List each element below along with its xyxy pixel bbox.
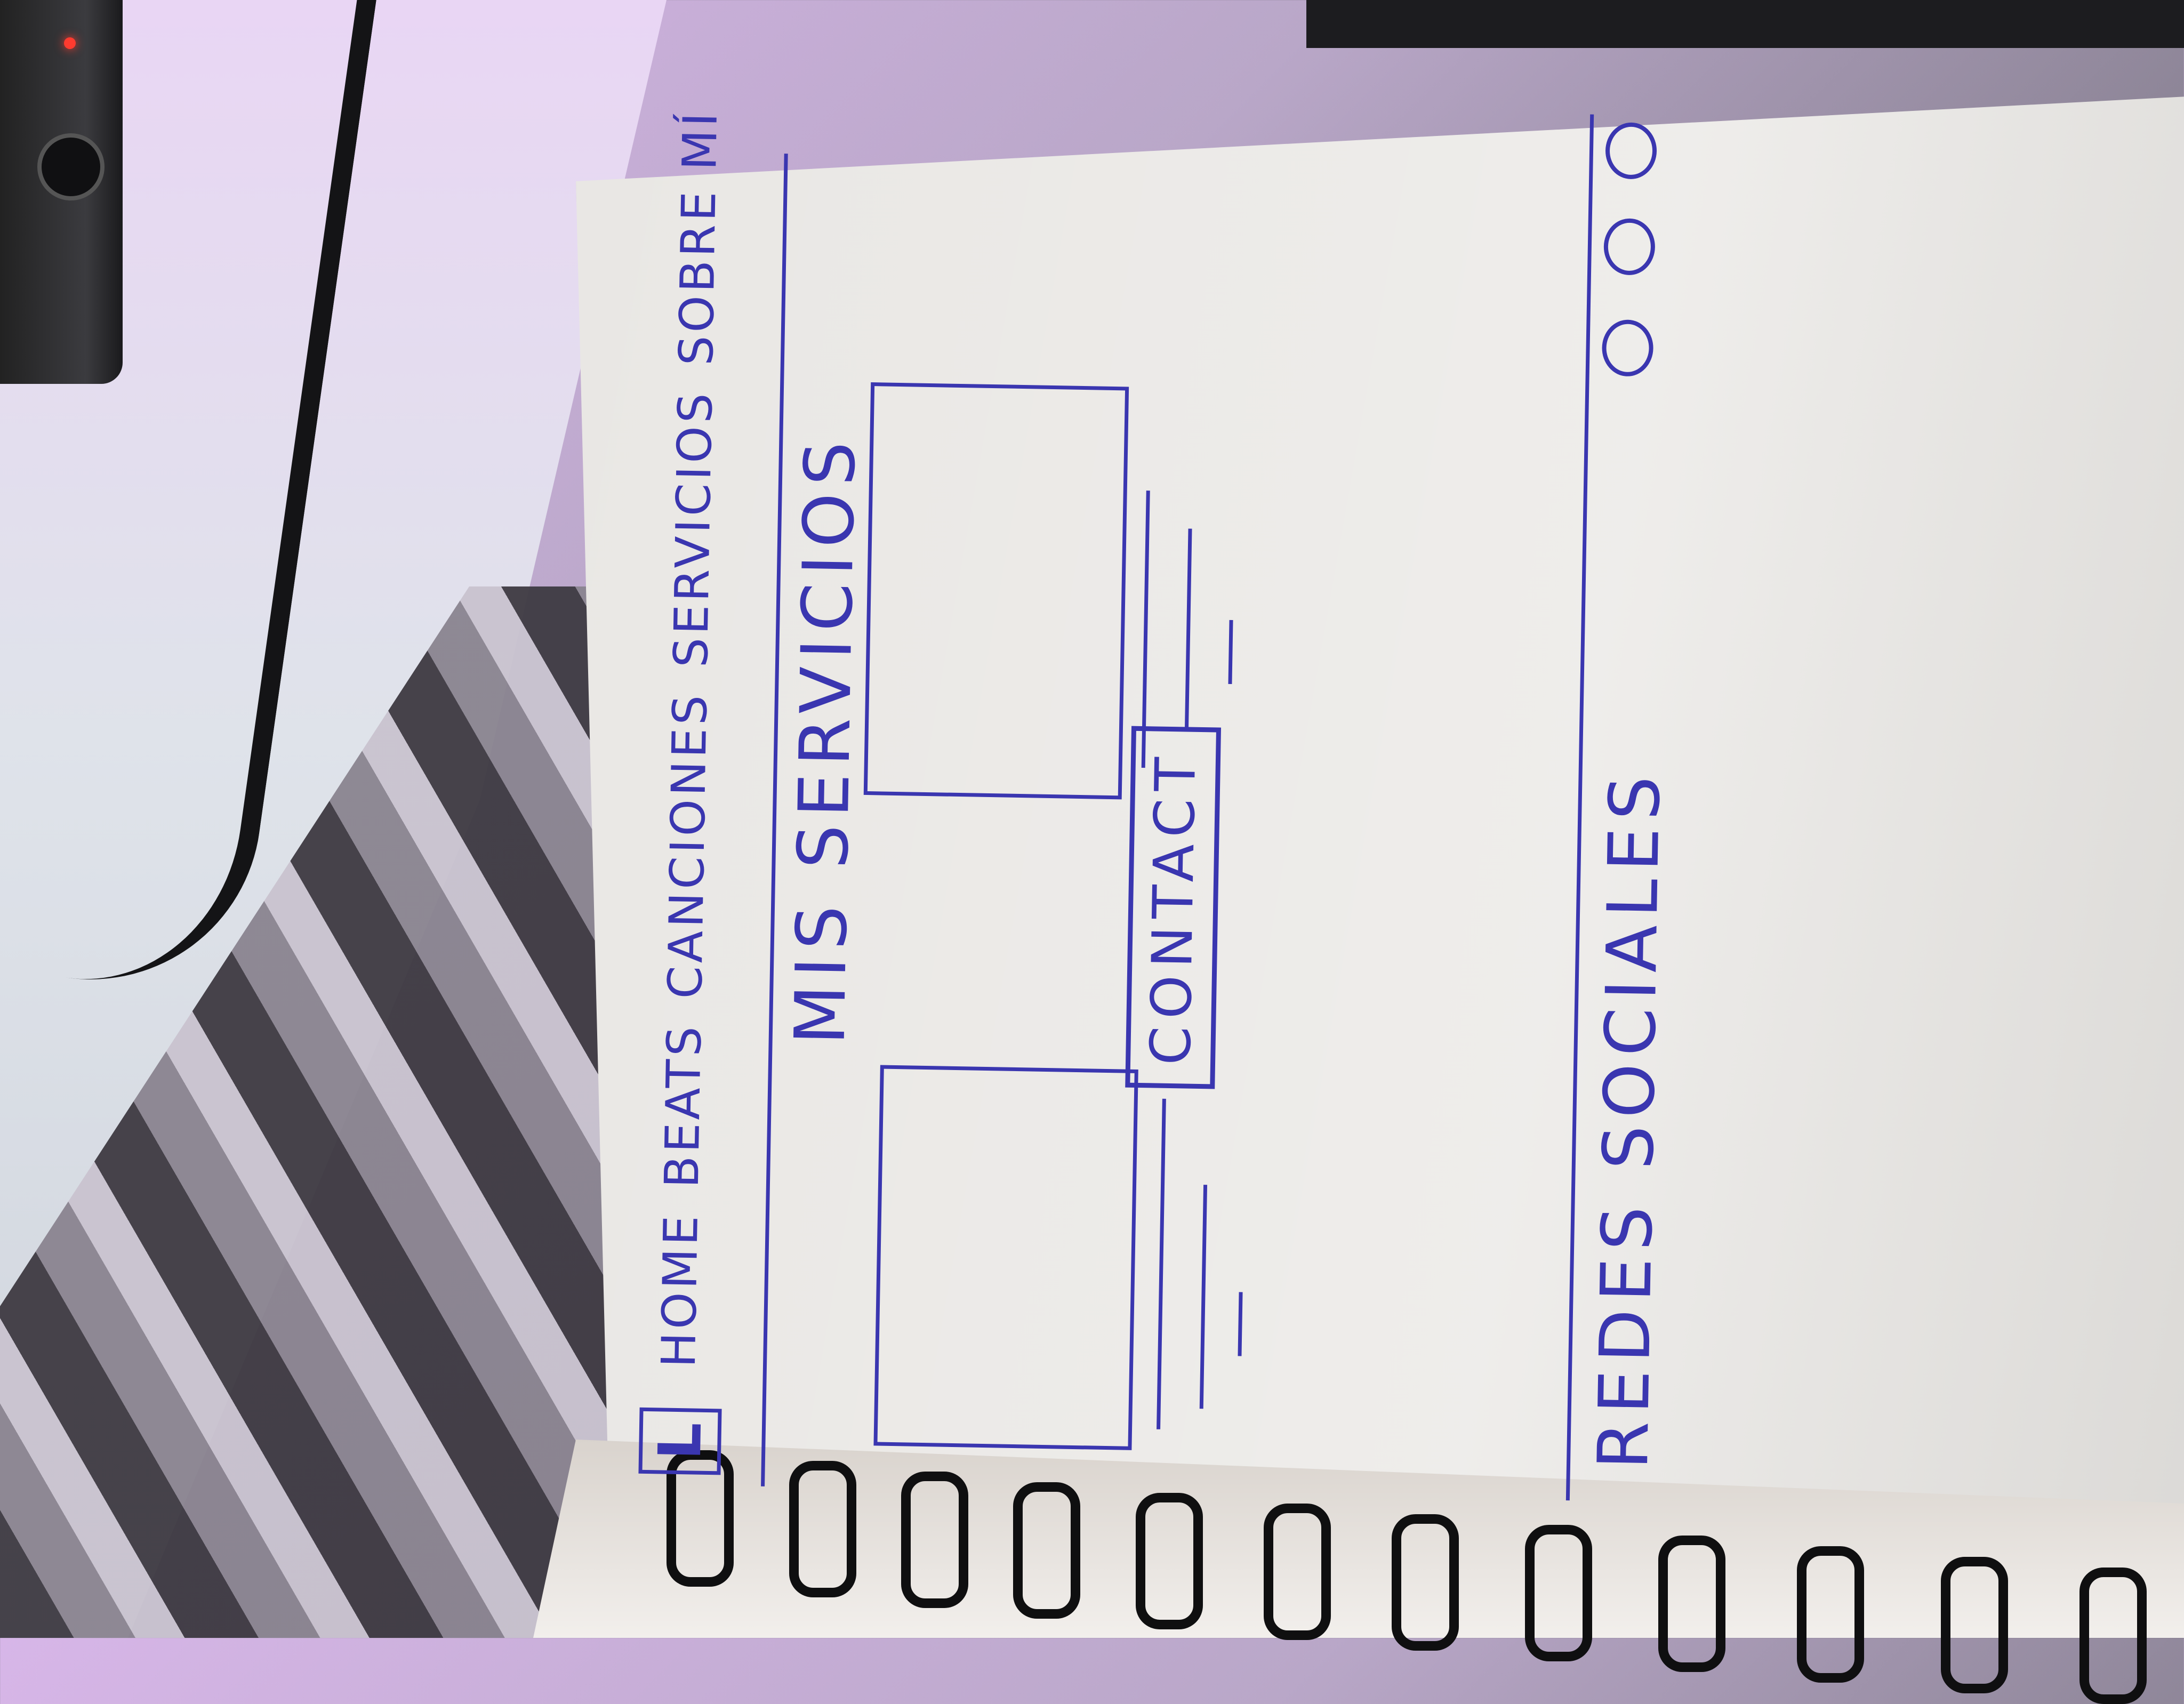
nav-item-home[interactable]: HOME bbox=[651, 1212, 709, 1368]
spiral-ring bbox=[1941, 1557, 2008, 1693]
nav-item-beats[interactable]: BEATS bbox=[654, 1023, 712, 1188]
spiral-ring bbox=[1264, 1504, 1331, 1640]
service-text-line bbox=[1228, 620, 1233, 684]
power-led bbox=[64, 37, 76, 49]
logo[interactable]: L bbox=[638, 1407, 722, 1475]
spiral-ring bbox=[1658, 1536, 1725, 1672]
dark-equipment bbox=[1306, 0, 2184, 48]
device-knob bbox=[37, 133, 105, 200]
social-icon[interactable] bbox=[1603, 218, 1656, 276]
spiral-ring bbox=[2079, 1568, 2147, 1704]
spiral-ring bbox=[1797, 1546, 1864, 1683]
nav-item-sobre-mi[interactable]: SOBRE MÍ bbox=[669, 109, 728, 366]
nav-item-servicios[interactable]: SERVICIOS bbox=[663, 390, 723, 668]
spiral-ring bbox=[901, 1472, 968, 1608]
audio-device bbox=[0, 0, 123, 384]
spiral-ring bbox=[1525, 1525, 1592, 1661]
spiral-ring bbox=[1013, 1482, 1080, 1619]
service-text-line bbox=[1184, 528, 1192, 732]
contact-button[interactable]: CONTACT bbox=[1125, 726, 1222, 1089]
spiral-ring bbox=[1392, 1514, 1459, 1651]
main-nav: HOME BEATS CANCIONES SERVICIOS SOBRE MÍ bbox=[651, 109, 728, 1368]
logo-letter: L bbox=[645, 1421, 715, 1461]
wireframe-sketch: L HOME BEATS CANCIONES SERVICIOS SOBRE M… bbox=[617, 76, 1676, 1501]
section-title: MIS SERVICIOS bbox=[779, 433, 871, 1046]
service-text-line bbox=[1157, 1098, 1166, 1429]
social-icon[interactable] bbox=[1601, 319, 1654, 377]
service-image[interactable] bbox=[873, 1065, 1138, 1450]
service-text-line bbox=[1199, 1185, 1208, 1409]
footer-title: REDES SOCIALES bbox=[1582, 768, 1676, 1470]
service-image[interactable] bbox=[863, 382, 1129, 800]
service-text-line bbox=[1238, 1292, 1243, 1356]
social-icon[interactable] bbox=[1605, 122, 1657, 180]
spiral-ring bbox=[1136, 1493, 1203, 1629]
nav-item-canciones[interactable]: CANCIONES bbox=[657, 692, 718, 999]
